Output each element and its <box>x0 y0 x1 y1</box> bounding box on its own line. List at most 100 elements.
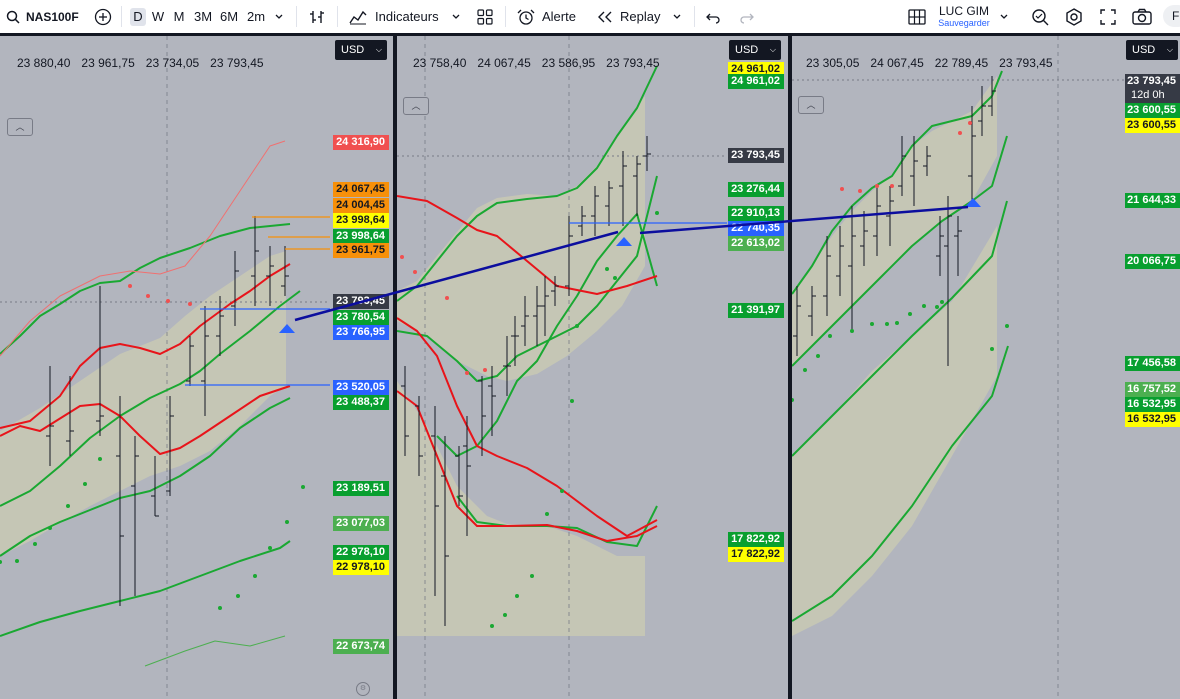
ohlc-legend: 23 305,05 24 067,45 22 789,45 23 793,45 <box>806 56 1064 70</box>
chart-panel-3[interactable]: 23 305,05 24 067,45 22 789,45 23 793,45 ︿ U… <box>792 36 1180 699</box>
chart-type-button[interactable] <box>308 0 326 33</box>
psar-dot <box>83 482 87 486</box>
psar-dot <box>166 299 170 303</box>
top-toolbar: NAS100F D W M 3M 6M 2m Indicateurs Alert… <box>0 0 1180 34</box>
currency-select[interactable]: USD ⌵ <box>729 40 781 60</box>
grid-icon <box>477 8 493 25</box>
psar-dot <box>413 270 417 274</box>
camera-icon <box>1132 8 1152 25</box>
indicators-dropdown[interactable] <box>451 0 461 33</box>
price-label: 22 910,13 <box>728 206 784 221</box>
templates-button[interactable] <box>476 0 494 33</box>
bollinger-band-fill <box>397 96 645 381</box>
ohlc-legend: 23 880,40 23 961,75 23 734,05 23 793,45 <box>17 56 275 70</box>
indicators-button[interactable]: Indicateurs <box>348 0 439 33</box>
chart-panel-1[interactable]: 23 880,40 23 961,75 23 734,05 23 793,45 ︿ U… <box>0 36 393 699</box>
snapshot-button[interactable] <box>1131 0 1153 33</box>
outer-envelope-green <box>144 635 286 667</box>
band-lower-line <box>0 540 291 637</box>
chart-canvas[interactable] <box>397 36 788 699</box>
symbol-name: NAS100F <box>26 9 79 24</box>
currency-label: USD <box>1132 44 1156 56</box>
collapse-legend-button[interactable]: ︿ <box>403 97 429 115</box>
price-label: 23 189,51 <box>333 481 389 496</box>
timeframe-w[interactable]: W <box>150 8 166 26</box>
user-avatar[interactable]: F <box>1163 5 1180 27</box>
timeframe-dropdown[interactable] <box>274 0 284 33</box>
ohlc-close: 23 793,45 <box>999 56 1053 70</box>
bar-chart-icon <box>310 10 324 23</box>
currency-select[interactable]: USD ⌵ <box>335 40 387 60</box>
quick-search-button[interactable] <box>1030 0 1050 33</box>
replay-dropdown[interactable] <box>672 0 682 33</box>
gear-icon <box>1066 7 1082 26</box>
psar-dot <box>958 131 962 135</box>
price-label: 20 066,75 <box>1125 254 1180 269</box>
psar-dot <box>218 606 222 610</box>
psar-dot <box>870 322 874 326</box>
psar-dot <box>895 321 899 325</box>
psar-dot <box>968 121 972 125</box>
timeframe-m[interactable]: M <box>171 8 187 26</box>
psar-dot <box>935 305 939 309</box>
layout-select-button[interactable] <box>907 0 927 33</box>
psar-dot <box>885 322 889 326</box>
psar-dot <box>301 485 305 489</box>
collapse-legend-button[interactable]: ︿ <box>7 118 33 136</box>
psar-dot <box>605 267 609 271</box>
timeframe-d[interactable]: D <box>130 8 146 26</box>
psar-dot <box>613 276 617 280</box>
psar-dot <box>33 542 37 546</box>
psar-dot <box>285 520 289 524</box>
bollinger-band-fill-lower <box>397 381 645 636</box>
alert-button[interactable]: Alerte <box>516 0 576 33</box>
price-label: 24 004,45 <box>333 198 389 213</box>
currency-select[interactable]: USD ⌵ <box>1126 40 1178 60</box>
undo-button[interactable] <box>704 0 722 33</box>
layout-name-button[interactable]: LUC GIM Sauvegarder <box>936 0 992 33</box>
settings-button[interactable] <box>1064 0 1084 33</box>
psar-dot <box>940 300 944 304</box>
price-label: 23 600,55 <box>1125 118 1180 133</box>
settings-small-icon[interactable]: ⚙ <box>356 682 370 696</box>
psar-dot <box>792 398 794 402</box>
price-label: 23 766,95 <box>333 325 389 340</box>
psar-dot <box>1005 324 1009 328</box>
ohlc-high: 24 067,45 <box>870 56 924 70</box>
chart-panel-2[interactable]: 23 758,40 24 067,45 23 586,95 23 793,45 ︿ U… <box>397 36 788 699</box>
add-symbol-button[interactable] <box>94 0 112 33</box>
redo-button[interactable] <box>738 0 756 33</box>
price-label: 24 316,90 <box>333 135 389 150</box>
psar-dot <box>66 504 70 508</box>
toolbar-divider <box>337 6 338 27</box>
replay-button[interactable]: Replay <box>596 0 660 33</box>
psar-dot <box>655 211 659 215</box>
psar-dot <box>483 368 487 372</box>
bollinger-band-fill <box>0 251 286 556</box>
psar-dot <box>48 526 52 530</box>
bar-countdown: 12d 0h <box>1125 88 1180 103</box>
psar-dot <box>560 489 564 493</box>
psar-dot <box>15 559 19 563</box>
chevron-down-icon: ⌵ <box>375 45 382 54</box>
symbol-search-button[interactable]: NAS100F <box>6 0 79 33</box>
price-label: 23 276,44 <box>728 182 784 197</box>
plus-circle-icon <box>94 8 112 25</box>
layout-dropdown[interactable] <box>999 0 1009 33</box>
timeframe-3m[interactable]: 3M <box>192 8 214 26</box>
timeframe-2m[interactable]: 2m <box>245 8 267 26</box>
chart-canvas[interactable] <box>792 36 1180 699</box>
ohlc-low: 22 789,45 <box>934 56 989 70</box>
alert-label: Alerte <box>542 9 576 24</box>
price-label: 23 793,45 <box>728 148 784 163</box>
price-label: 22 740,35 <box>728 221 784 236</box>
quick-search-icon <box>1032 8 1049 25</box>
price-label: 22 978,10 <box>333 545 389 560</box>
fullscreen-button[interactable] <box>1098 0 1118 33</box>
layout-grid-icon <box>908 8 926 25</box>
price-label: 16 532,95 <box>1125 397 1180 412</box>
psar-dot <box>128 284 132 288</box>
collapse-legend-button[interactable]: ︿ <box>798 96 824 114</box>
timeframe-6m[interactable]: 6M <box>218 8 240 26</box>
price-label: 23 488,37 <box>333 395 389 410</box>
